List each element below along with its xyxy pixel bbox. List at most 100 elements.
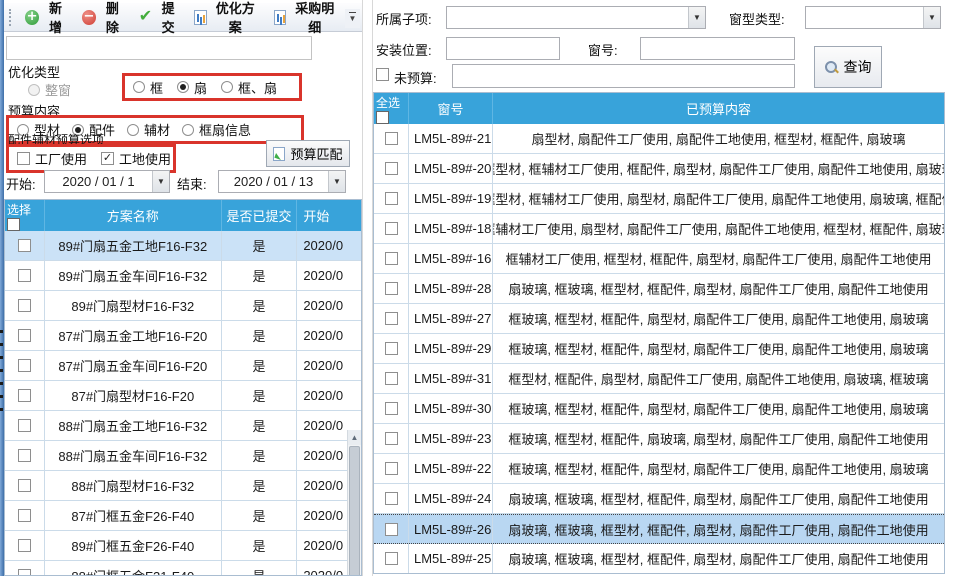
table-row[interactable]: 88#门扇型材F16-F32 是 2020/0 [5, 471, 361, 501]
select-all-checkbox[interactable] [376, 111, 389, 124]
row-checkbox[interactable] [18, 269, 31, 282]
scrollbar-thumb[interactable] [349, 446, 360, 576]
table-row[interactable]: LM5L-89#-16F15 框辅材工厂使用, 框型材, 框配件, 扇型材, 扇… [374, 244, 944, 274]
table-row[interactable]: 89#门扇型材F16-F32 是 2020/0 [5, 291, 361, 321]
start-date-picker[interactable]: 2020 / 01 / 1 ▼ [44, 170, 170, 193]
table-row[interactable]: LM5L-89#-24F22 扇玻璃, 框玻璃, 框型材, 框配件, 扇型材, … [374, 484, 944, 514]
plan-table-scrollbar[interactable]: ▲ [347, 430, 361, 576]
window-no-column-header[interactable]: 窗号 [409, 93, 493, 124]
table-row[interactable]: LM5L-89#-21F19 扇型材, 扇配件工厂使用, 扇配件工地使用, 框型… [374, 124, 944, 154]
row-checkbox[interactable] [385, 192, 398, 205]
panel-splitter[interactable] [362, 0, 373, 576]
table-row[interactable]: LM5L-89#-28F26 扇玻璃, 框玻璃, 框型材, 框配件, 扇型材, … [374, 274, 944, 304]
plan-filter-input[interactable] [6, 36, 312, 60]
table-row[interactable]: 88#门扇五金工地F16-F32 是 2020/0 [5, 411, 361, 441]
radio-option-sash[interactable]: 扇 [177, 78, 207, 97]
row-checkbox[interactable] [18, 239, 31, 252]
window-number-input[interactable] [640, 37, 795, 60]
no-budget-input[interactable] [452, 64, 795, 88]
row-checkbox[interactable] [385, 222, 398, 235]
submit-button[interactable]: ✔ 提交 [132, 0, 187, 38]
plan-name-column-header[interactable]: 方案名称 [45, 200, 222, 231]
row-checkbox[interactable] [385, 342, 398, 355]
table-row[interactable]: 87#门扇型材F16-F20 是 2020/0 [5, 381, 361, 411]
row-checkbox[interactable] [18, 539, 31, 552]
table-row[interactable]: LM5L-89#-30F28 框玻璃, 框型材, 框配件, 扇型材, 扇配件工厂… [374, 394, 944, 424]
no-budget-checkbox[interactable] [376, 68, 389, 81]
row-checkbox[interactable] [385, 132, 398, 145]
table-row[interactable]: LM5L-89#-31F29 框型材, 框配件, 扇型材, 扇配件工厂使用, 扇… [374, 364, 944, 394]
delete-button[interactable]: − 删除 [75, 0, 132, 38]
select-all-checkbox[interactable] [7, 218, 20, 231]
window-type-combo[interactable]: ▼ [805, 6, 941, 29]
table-row[interactable]: LM5L-89#-26F24 扇玻璃, 框玻璃, 框型材, 框配件, 扇型材, … [374, 514, 944, 544]
row-checkbox[interactable] [18, 479, 31, 492]
row-checkbox[interactable] [18, 359, 31, 372]
table-row[interactable]: LM5L-89#-29F27 框玻璃, 框型材, 框配件, 扇型材, 扇配件工厂… [374, 334, 944, 364]
row-checkbox[interactable] [385, 312, 398, 325]
add-button[interactable]: + 新增 [18, 0, 75, 38]
table-row[interactable]: 88#门扇五金车间F16-F32 是 2020/0 [5, 441, 361, 471]
sub-item-combo[interactable]: ▼ [446, 6, 706, 29]
checkbox-option-factory-use[interactable]: 工厂使用 [17, 149, 87, 168]
table-row[interactable]: 87#门框五金F26-F40 是 2020/0 [5, 501, 361, 531]
row-checkbox[interactable] [18, 329, 31, 342]
toolbar-overflow-button[interactable]: ▼ [345, 9, 360, 28]
table-row[interactable]: LM5L-89#-20F18 框型材, 框辅材工厂使用, 框配件, 扇型材, 扇… [374, 154, 944, 184]
table-row[interactable]: LM5L-89#-19F17 框型材, 框辅材工厂使用, 扇型材, 扇配件工厂使… [374, 184, 944, 214]
start-column-header[interactable]: 开始 [297, 200, 361, 231]
row-checkbox[interactable] [385, 462, 398, 475]
table-row[interactable]: LM5L-89#-22F20 框玻璃, 框型材, 框配件, 扇型材, 扇配件工厂… [374, 454, 944, 484]
row-select-cell [374, 214, 409, 243]
row-select-cell [5, 321, 45, 350]
table-row[interactable]: LM5L-89#-18F16 框辅材工厂使用, 扇型材, 扇配件工厂使用, 扇配… [374, 214, 944, 244]
table-row[interactable]: 88#门框五金F21-F40 是 2020/0 [5, 561, 361, 576]
radio-option-frame[interactable]: 框 [133, 78, 163, 97]
scroll-up-arrow[interactable]: ▲ [348, 430, 361, 445]
table-row[interactable]: LM5L-89#-23F21 框玻璃, 框型材, 框配件, 扇玻璃, 扇型材, … [374, 424, 944, 454]
budgeted-column-header[interactable]: 已预算内容 [493, 93, 944, 124]
radio-option-whole-window[interactable]: 整窗 [28, 80, 71, 99]
row-checkbox[interactable] [18, 509, 31, 522]
radio-option-frame-sash[interactable]: 框、扇 [221, 78, 277, 97]
row-checkbox[interactable] [385, 492, 398, 505]
row-checkbox[interactable] [18, 389, 31, 402]
row-checkbox[interactable] [18, 299, 31, 312]
row-checkbox[interactable] [18, 449, 31, 462]
row-checkbox[interactable] [385, 432, 398, 445]
table-row[interactable]: 87#门扇五金车间F16-F20 是 2020/0 [5, 351, 361, 381]
table-row[interactable]: 89#门框五金F26-F40 是 2020/0 [5, 531, 361, 561]
row-checkbox[interactable] [385, 402, 398, 415]
row-select-cell [5, 471, 45, 500]
chevron-down-icon[interactable]: ▼ [923, 7, 940, 28]
install-position-input[interactable] [446, 37, 560, 60]
checkbox-option-site-use[interactable]: 工地使用 [101, 149, 171, 168]
row-select-cell [374, 484, 409, 513]
row-checkbox[interactable] [385, 252, 398, 265]
table-row[interactable]: LM5L-89#-25F23 扇玻璃, 框玻璃, 框型材, 框配件, 扇型材, … [374, 544, 944, 574]
optimize-plan-button[interactable]: 优化方案 [187, 0, 267, 38]
row-checkbox[interactable] [18, 569, 31, 576]
row-checkbox[interactable] [385, 523, 398, 536]
end-date-picker[interactable]: 2020 / 01 / 13 ▼ [218, 170, 346, 193]
row-checkbox[interactable] [385, 372, 398, 385]
budget-match-button[interactable]: 预算匹配 [266, 140, 350, 167]
plan-name-cell: 87#门扇五金工地F16-F20 [45, 321, 222, 350]
chevron-down-icon[interactable]: ▼ [688, 7, 705, 28]
radio-option-frame-sash-info[interactable]: 框扇信息 [182, 120, 251, 139]
row-checkbox[interactable] [18, 419, 31, 432]
splitter-grip-dashes[interactable] [0, 330, 3, 420]
chevron-down-icon[interactable]: ▼ [328, 171, 345, 192]
radio-option-auxiliary[interactable]: 辅材 [127, 120, 170, 139]
query-button[interactable]: 查询 [814, 46, 882, 88]
row-checkbox[interactable] [385, 282, 398, 295]
table-row[interactable]: 89#门扇五金车间F16-F32 是 2020/0 [5, 261, 361, 291]
table-row[interactable]: LM5L-89#-27F25 框玻璃, 框型材, 框配件, 扇型材, 扇配件工厂… [374, 304, 944, 334]
table-row[interactable]: 87#门扇五金工地F16-F20 是 2020/0 [5, 321, 361, 351]
row-checkbox[interactable] [385, 552, 398, 565]
toolbar-grip[interactable] [9, 9, 13, 26]
table-row[interactable]: 89#门扇五金工地F16-F32 是 2020/0 [5, 231, 361, 261]
chevron-down-icon[interactable]: ▼ [152, 171, 169, 192]
row-checkbox[interactable] [385, 162, 398, 175]
submitted-column-header[interactable]: 是否已提交 [222, 200, 298, 231]
